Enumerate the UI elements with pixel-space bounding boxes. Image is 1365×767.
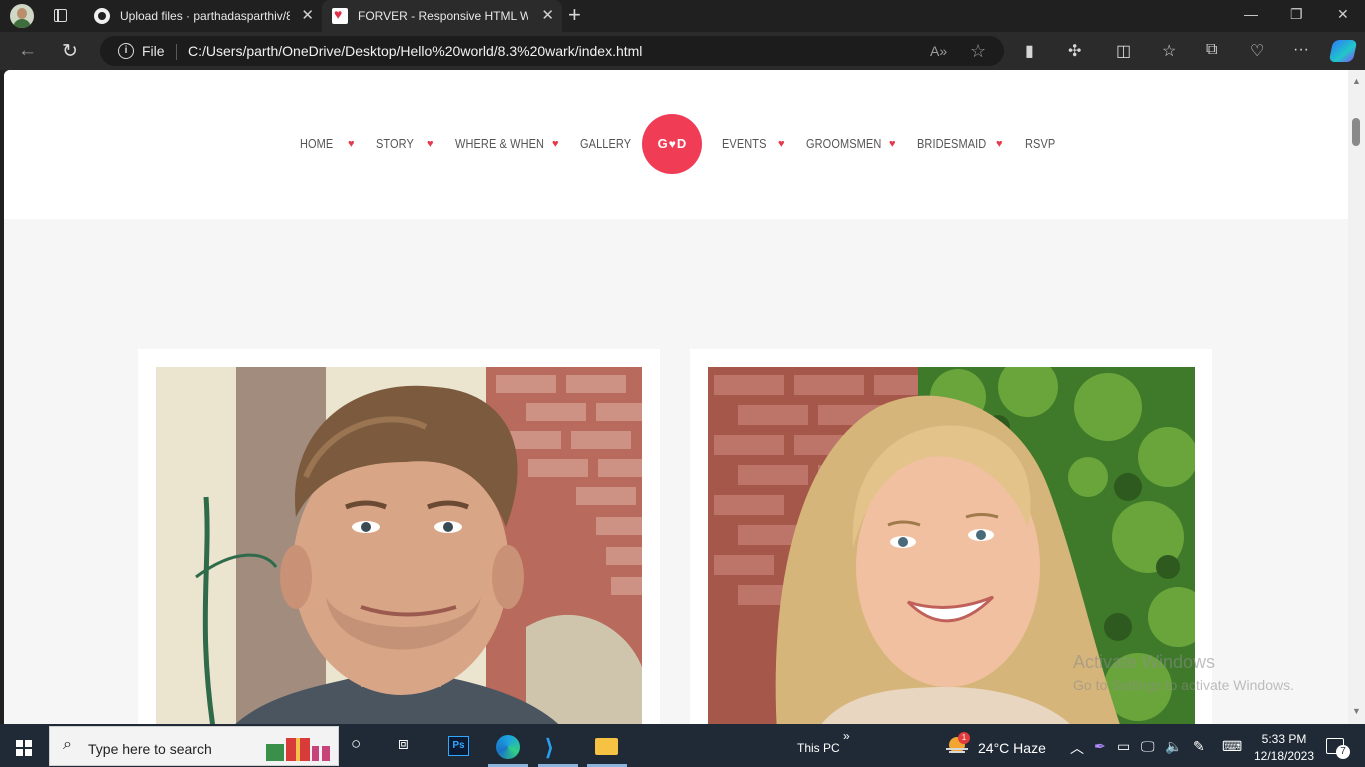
groom-photo (156, 367, 642, 724)
extensions-icon[interactable]: ✣ (1068, 41, 1081, 61)
nav-gallery[interactable]: GALLERY (580, 137, 631, 151)
pen-workspace-icon[interactable]: ✎ (1193, 738, 1205, 755)
windows-start-icon[interactable] (16, 740, 32, 756)
search-placeholder: Type here to search (88, 741, 212, 757)
tab-title: Upload files · parthadasparthiv/8.3 (120, 9, 290, 23)
heart-separator-icon: ♥ (889, 138, 896, 150)
keyboard-icon[interactable]: ⌨ (1222, 738, 1242, 755)
task-view-icon[interactable]: ⧈ (398, 734, 409, 754)
tab-upload-files[interactable]: Upload files · parthadasparthiv/8.3 ✕ (84, 0, 322, 32)
logo-heart-icon: ♥ (668, 137, 676, 151)
notification-count: 7 (1336, 745, 1350, 759)
nav-events[interactable]: EVENTS (722, 137, 767, 151)
heart-separator-icon: ♥ (778, 138, 785, 150)
read-aloud-icon[interactable]: A» (930, 43, 947, 59)
page-viewport: HOME ♥ STORY ♥ WHERE & WHEN ♥ GALLERY G♥… (4, 70, 1348, 724)
weather-text[interactable]: 24°C Haze (978, 740, 1046, 756)
collections-icon[interactable]: ⧉ (1206, 41, 1217, 59)
clock-date: 12/18/2023 (1253, 749, 1315, 763)
network-icon[interactable]: 🖵 (1141, 738, 1155, 755)
favorites-icon[interactable]: ☆ (1162, 41, 1176, 61)
vscode-icon[interactable]: ⟩ (545, 735, 554, 761)
reading-icon[interactable]: ▮ (1025, 41, 1034, 61)
copilot-icon[interactable] (1328, 40, 1358, 62)
pen-app-icon[interactable]: ✒ (1094, 738, 1106, 755)
weather-badge: 1 (958, 732, 970, 744)
notification-center-icon[interactable]: 7 (1326, 738, 1350, 759)
file-label: File (142, 43, 165, 59)
scroll-up-icon[interactable]: ▲ (1352, 76, 1361, 86)
logo-left-letter: G (657, 136, 668, 151)
nav-home[interactable]: HOME (300, 137, 333, 151)
logo-right-letter: D (676, 136, 687, 151)
taskbar-search[interactable]: ⌕ Type here to search (49, 726, 339, 766)
heart-icon (332, 6, 348, 24)
heart-separator-icon: ♥ (348, 138, 355, 150)
scroll-thumb[interactable] (1352, 118, 1360, 146)
battery-icon[interactable]: ▭ (1117, 738, 1130, 755)
show-hidden-icons-icon[interactable]: ︿ (1070, 738, 1084, 758)
gifts-icon (266, 738, 330, 761)
back-icon[interactable]: ← (18, 40, 37, 62)
page-scrollbar[interactable]: ▲ ▼ (1348, 70, 1365, 724)
tab-actions-icon[interactable] (48, 6, 72, 26)
this-pc-toolbar[interactable]: This PC (797, 741, 840, 755)
minimize-icon[interactable]: — (1244, 6, 1258, 22)
tab-forver[interactable]: FORVER - Responsive HTML Wedding ✕ (322, 0, 562, 32)
tab-title: FORVER - Responsive HTML Wedding (358, 9, 528, 23)
nav-where-when[interactable]: WHERE & WHEN (455, 137, 544, 151)
close-tab-icon[interactable]: ✕ (301, 6, 314, 24)
nav-bridesmaid[interactable]: BRIDESMAID (917, 137, 986, 151)
edge-icon[interactable] (496, 735, 520, 759)
cortana-icon[interactable]: ○ (351, 734, 361, 754)
clock-time: 5:33 PM (1261, 732, 1307, 746)
heart-separator-icon: ♥ (996, 138, 1003, 150)
restore-icon[interactable]: ❐ (1290, 6, 1303, 23)
refresh-icon[interactable]: ↻ (62, 40, 78, 63)
close-tab-icon[interactable]: ✕ (541, 6, 554, 24)
heart-separator-icon: ♥ (552, 138, 559, 150)
file-explorer-icon[interactable] (595, 738, 618, 755)
nav-story[interactable]: STORY (376, 137, 414, 151)
url-text[interactable]: C:/Users/parth/OneDrive/Desktop/Hello%20… (188, 43, 642, 59)
performance-icon[interactable]: ♡ (1250, 41, 1264, 61)
windows-taskbar: ⌕ Type here to search ○ ⧈ Ps ⟩ This PC »… (0, 724, 1365, 767)
groom-card (138, 349, 660, 724)
watermark-subtitle: Go to Settings to activate Windows. (1073, 677, 1294, 693)
scroll-down-icon[interactable]: ▼ (1352, 706, 1361, 716)
site-header: HOME ♥ STORY ♥ WHERE & WHEN ♥ GALLERY G♥… (4, 70, 1348, 219)
address-bar[interactable]: i File C:/Users/parth/OneDrive/Desktop/H… (100, 36, 1004, 66)
browser-tab-bar: Upload files · parthadasparthiv/8.3 ✕ FO… (0, 0, 1365, 32)
address-toolbar: ← ↻ i File C:/Users/parth/OneDrive/Deskt… (0, 32, 1365, 70)
info-icon[interactable]: i (118, 43, 134, 59)
volume-icon[interactable]: 🔈 (1165, 738, 1182, 755)
nav-groomsmen[interactable]: GROOMSMEN (806, 137, 881, 151)
search-icon: ⌕ (63, 736, 72, 753)
profile-avatar[interactable] (10, 4, 34, 28)
more-menu-icon[interactable]: ··· (1293, 41, 1309, 59)
close-window-icon[interactable]: ✕ (1337, 6, 1349, 23)
nav-rsvp[interactable]: RSVP (1025, 137, 1055, 151)
weather-icon[interactable]: 1 (946, 732, 970, 754)
favorite-star-icon[interactable]: ☆ (970, 41, 986, 62)
heart-separator-icon: ♥ (427, 138, 434, 150)
watermark-title: Activate Windows (1073, 652, 1216, 672)
toolbar-expand-icon[interactable]: » (843, 729, 850, 743)
site-logo[interactable]: G♥D (642, 114, 702, 174)
split-screen-icon[interactable]: ◫ (1116, 41, 1131, 61)
system-clock[interactable]: 5:33 PM 12/18/2023 (1252, 731, 1316, 765)
photoshop-icon[interactable]: Ps (448, 736, 469, 756)
github-icon (94, 8, 110, 24)
new-tab-icon[interactable]: + (568, 2, 581, 28)
